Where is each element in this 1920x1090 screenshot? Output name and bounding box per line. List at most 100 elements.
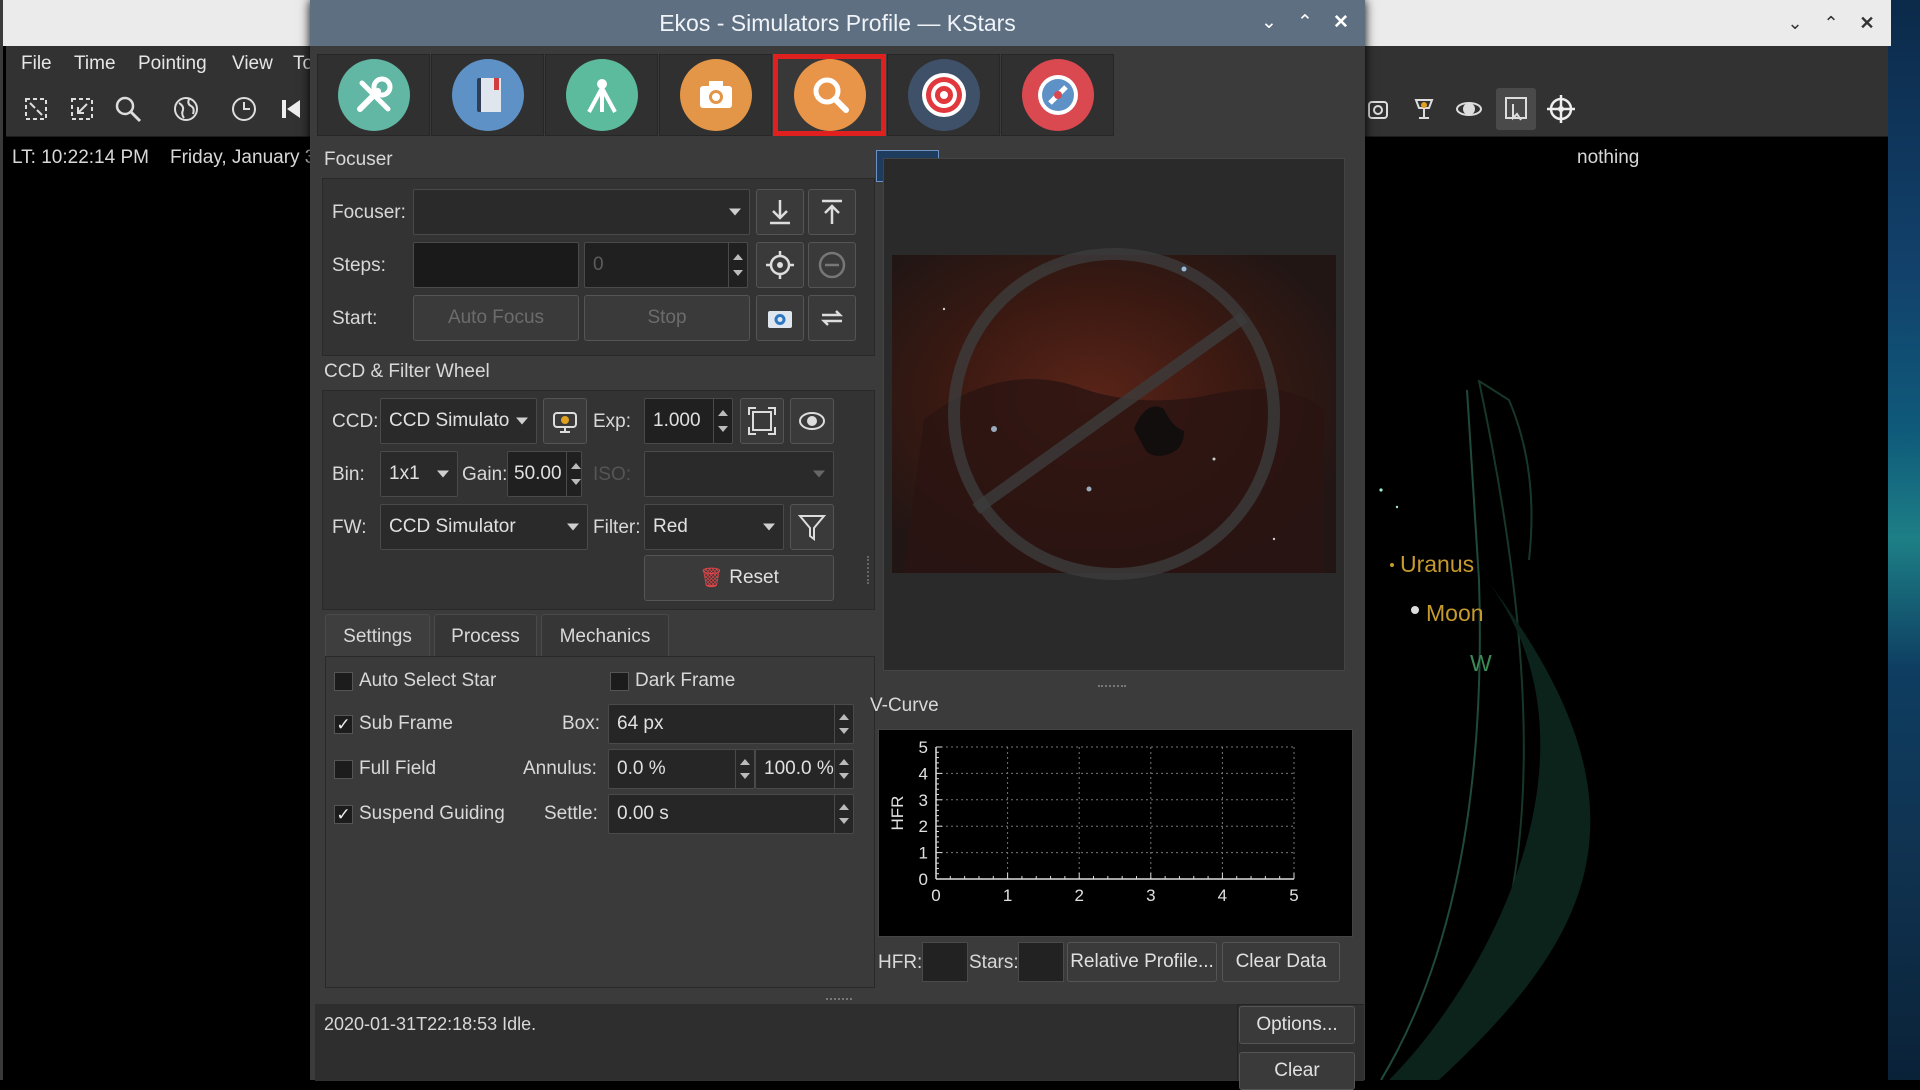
minimize-icon[interactable]: ⌄	[1256, 10, 1282, 36]
close-icon[interactable]: ✕	[1854, 10, 1880, 36]
auto-select-star-label[interactable]: Auto Select Star	[359, 670, 496, 692]
gain-spinbox[interactable]: 50.00	[507, 451, 582, 497]
focus-out-button[interactable]	[808, 189, 856, 235]
dark-frame-checkbox[interactable]	[610, 672, 629, 691]
tab-scheduler[interactable]	[431, 54, 544, 136]
tab-guide[interactable]	[1001, 54, 1114, 136]
tab-capture[interactable]	[659, 54, 772, 136]
x-tick-label: 5	[1289, 886, 1298, 905]
iso-select[interactable]	[644, 451, 834, 497]
vcurve-title: V-Curve	[870, 695, 939, 716]
reset-button[interactable]: 🗑 Reset	[644, 555, 834, 601]
steps-input[interactable]	[413, 242, 579, 288]
zoom-to-fit-icon[interactable]	[16, 82, 56, 136]
compass-west-label: W	[1470, 650, 1492, 676]
splitter-handle-horizontal[interactable]	[1098, 685, 1126, 689]
maximize-icon[interactable]: ⌃	[1818, 10, 1844, 36]
moon-label[interactable]: Moon	[1426, 600, 1484, 627]
tab-setup[interactable]	[317, 54, 430, 136]
log-clear-button[interactable]: Clear	[1239, 1052, 1355, 1090]
ccd-settings-icon	[553, 412, 577, 433]
focus-image-view[interactable]	[883, 158, 1345, 671]
y-axis-label: HFR	[888, 796, 907, 831]
zoom-out-frame-icon[interactable]	[62, 82, 102, 136]
local-time-status: LT: 10:22:14 PM	[12, 147, 149, 168]
filter-funnel-icon	[797, 515, 827, 541]
uranus-label[interactable]: Uranus	[1400, 551, 1474, 578]
menu-view[interactable]: View	[232, 46, 273, 82]
goto-position-button[interactable]	[756, 242, 804, 288]
binning-select[interactable]: 1x1	[380, 451, 458, 497]
vcurve-plot[interactable]: 0 1 2 3 4 5 0 1 2 3 4 5 HFR	[878, 729, 1353, 937]
ccd-select[interactable]: CCD Simulato	[380, 398, 537, 444]
splitter-handle[interactable]	[867, 556, 872, 584]
ccd-options-button[interactable]	[790, 398, 834, 444]
annulus-outer-spinbox[interactable]: 100.0 %	[755, 749, 854, 789]
skip-back-icon[interactable]	[271, 82, 311, 136]
stars-output	[1018, 942, 1064, 982]
menu-pointing[interactable]: Pointing	[138, 46, 207, 82]
capture-frame-button[interactable]	[756, 295, 804, 341]
sub-frame-label[interactable]: Sub Frame	[359, 713, 453, 735]
focuser-label: Focuser:	[332, 202, 406, 223]
full-field-checkbox[interactable]	[334, 760, 353, 779]
y-tick-label: 1	[919, 844, 928, 863]
focuser-select[interactable]	[413, 189, 750, 235]
filter-select[interactable]: Red	[644, 504, 784, 550]
y-tick-label: 4	[919, 764, 928, 783]
menu-time[interactable]: Time	[74, 46, 116, 82]
menu-file[interactable]: File	[21, 46, 52, 82]
ekos-titlebar: Ekos - Simulators Profile — KStars ⌄ ⌃ ✕	[310, 0, 1365, 46]
telescope-icon[interactable]	[1404, 82, 1444, 136]
filter-settings-button[interactable]	[790, 504, 834, 550]
camera-icon	[768, 311, 792, 328]
toggle-cooler-button[interactable]	[543, 398, 587, 444]
annulus-inner-spinbox[interactable]: 0.0 %	[608, 749, 755, 789]
suspend-guiding-label[interactable]: Suspend Guiding	[359, 803, 505, 825]
globe-icon[interactable]	[166, 82, 206, 136]
log-options-button[interactable]: Options...	[1239, 1006, 1355, 1044]
tab-mechanics[interactable]: Mechanics	[541, 614, 669, 657]
relative-profile-button[interactable]: Relative Profile...	[1067, 942, 1217, 982]
sub-frame-checkbox[interactable]: ✓	[334, 715, 353, 734]
mount-icon	[565, 59, 638, 131]
minimize-icon[interactable]: ⌄	[1782, 10, 1808, 36]
annulus-label: Annulus:	[523, 758, 597, 779]
tab-settings[interactable]: Settings	[325, 614, 430, 657]
vcurve-chart: 0 1 2 3 4 5 0 1 2 3 4 5 HFR	[888, 738, 1299, 905]
stop-goto-button[interactable]	[808, 242, 856, 288]
filter-wheel-select[interactable]: CCD Simulator	[380, 504, 588, 550]
auto-focus-button[interactable]: Auto Focus	[413, 295, 579, 341]
search-icon[interactable]	[108, 82, 148, 136]
sky-horizon-arc	[1379, 380, 1591, 1080]
settle-spinbox[interactable]: 0.00 s	[608, 794, 854, 834]
clock-icon[interactable]	[224, 82, 264, 136]
auto-select-star-checkbox[interactable]	[334, 672, 353, 691]
crosshair-icon[interactable]	[1541, 82, 1581, 136]
start-loop-button[interactable]	[808, 295, 856, 341]
tab-align[interactable]	[887, 54, 1000, 136]
nebula-preview-image	[892, 248, 1336, 580]
stop-focus-button[interactable]: Stop	[584, 295, 750, 341]
close-icon[interactable]: ✕	[1328, 10, 1354, 36]
maximize-icon[interactable]: ⌃	[1292, 10, 1318, 36]
tab-process[interactable]: Process	[434, 614, 537, 657]
absolute-position-spinbox[interactable]: 0	[584, 242, 748, 288]
tab-mount[interactable]	[545, 54, 658, 136]
log-splitter-handle[interactable]	[826, 998, 852, 1002]
pointer-select-icon[interactable]	[1496, 88, 1536, 130]
exposure-spinbox[interactable]: 1.000	[644, 398, 733, 444]
full-field-label[interactable]: Full Field	[359, 758, 436, 780]
box-size-spinbox[interactable]: 64 px	[608, 704, 854, 744]
hfr-label: HFR:	[878, 952, 923, 973]
reset-frame-button[interactable]	[740, 398, 784, 444]
planet-rings-icon[interactable]	[1449, 82, 1489, 136]
moon-marker	[1411, 606, 1419, 614]
tab-focus[interactable]	[773, 54, 886, 136]
suspend-guiding-checkbox[interactable]: ✓	[334, 805, 353, 824]
fw-label: FW:	[332, 517, 367, 538]
trash-icon: 🗑	[699, 568, 724, 589]
clear-data-button[interactable]: Clear Data	[1222, 942, 1340, 982]
focus-in-button[interactable]	[756, 189, 804, 235]
dark-frame-label[interactable]: Dark Frame	[635, 670, 735, 692]
